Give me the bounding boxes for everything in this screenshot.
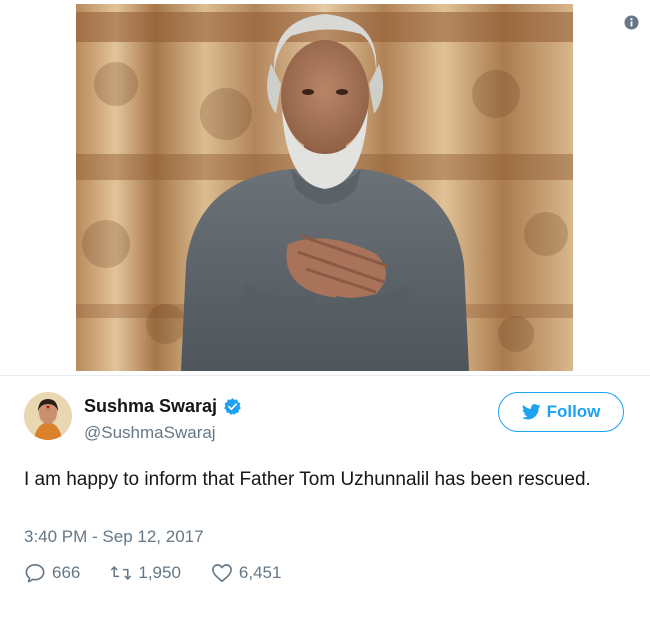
- info-circle-icon[interactable]: [624, 15, 639, 30]
- tweet-photo[interactable]: [76, 4, 573, 371]
- twitter-bird-icon: [521, 404, 541, 420]
- heart-icon: [212, 564, 232, 582]
- retweet-count: 1,950: [138, 563, 181, 582]
- reply-count: 666: [52, 563, 81, 582]
- reply-action[interactable]: 666: [24, 563, 80, 583]
- tweet-actions: 666 1,950 6,451: [24, 563, 311, 583]
- author-avatar[interactable]: [24, 392, 72, 440]
- author-name-row: Sushma Swaraj: [84, 396, 242, 417]
- like-action[interactable]: 6,451: [211, 563, 282, 583]
- follow-button[interactable]: Follow: [498, 392, 624, 432]
- verified-badge-icon: [224, 398, 241, 415]
- media-divider: [0, 375, 650, 376]
- tweet-text: I am happy to inform that Father Tom Uzh…: [24, 469, 591, 490]
- reply-bubble-icon: [25, 564, 45, 583]
- retweet-action[interactable]: 1,950: [110, 563, 181, 583]
- tweet-card: Sushma Swaraj @SushmaSwaraj Follow I am …: [0, 0, 650, 621]
- author-handle[interactable]: @SushmaSwaraj: [84, 423, 216, 443]
- tweet-timestamp[interactable]: 3:40 PM - Sep 12, 2017: [24, 527, 204, 547]
- retweet-arrows-icon: [111, 566, 132, 580]
- author-display-name[interactable]: Sushma Swaraj: [84, 396, 217, 417]
- like-count: 6,451: [238, 563, 282, 582]
- follow-button-label: Follow: [546, 402, 601, 421]
